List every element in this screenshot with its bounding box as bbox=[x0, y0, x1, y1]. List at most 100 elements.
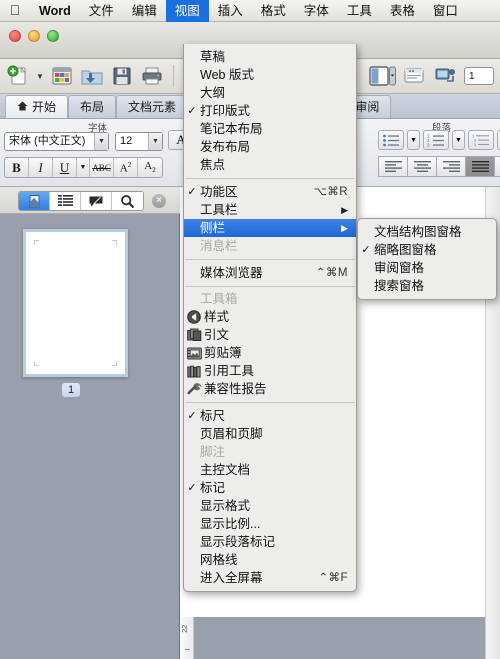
subscript-button[interactable]: A2 bbox=[138, 158, 162, 177]
save-icon[interactable] bbox=[108, 62, 136, 90]
tab-layout[interactable]: 布局 bbox=[68, 95, 117, 118]
numbered-list-dropdown-icon[interactable]: ▼ bbox=[452, 130, 465, 150]
share-icon[interactable] bbox=[432, 62, 460, 90]
underline-dropdown-icon[interactable]: ▼ bbox=[77, 158, 90, 177]
menu-item-reference-tools[interactable]: 引用工具 bbox=[184, 362, 356, 380]
menu-item-label: 焦点 bbox=[200, 158, 226, 172]
align-left-button[interactable] bbox=[378, 156, 407, 177]
submenu-item-thumbnail-pane[interactable]: ✓ 缩略图窗格 bbox=[358, 241, 496, 259]
underline-button[interactable]: U bbox=[53, 158, 77, 177]
menu-item-scrapbook[interactable]: 剪贴簿 bbox=[184, 344, 356, 362]
font-size-combobox[interactable]: 12 ▼ bbox=[115, 132, 163, 151]
menu-item-header-footer[interactable]: 页眉和页脚 bbox=[184, 425, 356, 443]
menu-item-label: 引文 bbox=[204, 328, 230, 342]
open-document-icon[interactable] bbox=[78, 62, 106, 90]
menu-item-toolbars[interactable]: 工具栏 ▶ bbox=[184, 201, 356, 219]
tab-home[interactable]: 开始 bbox=[5, 95, 69, 119]
menubar-item-tools[interactable]: 工具 bbox=[338, 0, 381, 22]
align-right-button[interactable] bbox=[436, 156, 465, 177]
menu-item-print-layout[interactable]: ✓ 打印版式 bbox=[184, 102, 356, 120]
strikethrough-button[interactable]: ABC bbox=[90, 158, 114, 177]
menu-item-media-browser[interactable]: 媒体浏览器 ⌃⌘M bbox=[184, 264, 356, 282]
bulleted-list-dropdown-icon[interactable]: ▼ bbox=[407, 130, 420, 150]
submenu-item-review-pane[interactable]: 审阅窗格 bbox=[358, 259, 496, 277]
menubar-item-word[interactable]: Word bbox=[30, 0, 80, 22]
new-document-dropdown-icon[interactable]: ▼ bbox=[34, 72, 46, 81]
menu-item-shortcut: ⌃⌘F bbox=[318, 572, 348, 584]
print-icon[interactable] bbox=[138, 62, 166, 90]
multilevel-list-button[interactable]: 1 2 1 bbox=[468, 130, 494, 150]
submenu-item-label: 缩略图窗格 bbox=[374, 243, 437, 257]
open-template-gallery-icon[interactable] bbox=[48, 62, 76, 90]
menu-item-sidebar[interactable]: 侧栏 ▶ bbox=[184, 219, 356, 237]
menu-item-show-paragraph-marks[interactable]: 显示段落标记 bbox=[184, 533, 356, 551]
reference-tools-icon bbox=[184, 365, 204, 378]
menubar-item-format[interactable]: 格式 bbox=[252, 0, 295, 22]
menu-item-styles[interactable]: 样式 bbox=[184, 308, 356, 326]
menubar-item-file[interactable]: 文件 bbox=[80, 0, 123, 22]
menu-item-ruler[interactable]: ✓ 标尺 bbox=[184, 407, 356, 425]
apple-logo-icon[interactable]:  bbox=[0, 3, 30, 19]
tab-document-elements[interactable]: 文档元素 bbox=[116, 95, 189, 118]
menu-item-label: 脚注 bbox=[200, 445, 226, 459]
menu-item-focus[interactable]: 焦点 bbox=[184, 156, 356, 174]
menu-item-compatibility-report[interactable]: 兼容性报告 bbox=[184, 380, 356, 398]
scrapbook-icon bbox=[184, 347, 204, 360]
line-spacing-button[interactable] bbox=[494, 156, 500, 177]
menu-item-label: 主控文档 bbox=[200, 463, 251, 477]
minimize-window-button[interactable] bbox=[28, 30, 40, 42]
page-thumbnail[interactable] bbox=[23, 229, 128, 377]
new-document-icon[interactable] bbox=[4, 62, 32, 90]
menu-item-zoom[interactable]: 显示比例... bbox=[184, 515, 356, 533]
menu-item-ribbon[interactable]: ✓ 功能区 ⌥⌘R bbox=[184, 183, 356, 201]
menubar-item-table[interactable]: 表格 bbox=[381, 0, 424, 22]
menubar-item-view[interactable]: 视图 bbox=[165, 0, 209, 22]
insert-comment-icon[interactable] bbox=[400, 62, 428, 90]
menu-item-enter-full-screen[interactable]: 进入全屏幕 ⌃⌘F bbox=[184, 569, 356, 587]
menubar-item-insert[interactable]: 插入 bbox=[209, 0, 252, 22]
chevron-down-icon[interactable]: ▼ bbox=[148, 133, 162, 150]
vertical-ruler[interactable]: 22 bbox=[180, 617, 194, 659]
chevron-down-icon[interactable]: ▼ bbox=[94, 133, 108, 150]
menu-item-master-document[interactable]: 主控文档 bbox=[184, 461, 356, 479]
menu-item-footnotes: 脚注 bbox=[184, 443, 356, 461]
menu-item-reveal-formatting[interactable]: 显示格式 bbox=[184, 497, 356, 515]
zoom-window-button[interactable] bbox=[47, 30, 59, 42]
menu-item-markup[interactable]: ✓ 标记 bbox=[184, 479, 356, 497]
close-sidebar-button[interactable]: × bbox=[152, 194, 166, 208]
review-pane-button[interactable] bbox=[81, 192, 112, 210]
font-name-combobox[interactable]: 宋体 (中文正文) ▼ bbox=[4, 132, 109, 151]
menubar-item-font[interactable]: 字体 bbox=[295, 0, 338, 22]
bold-button[interactable]: B bbox=[5, 158, 29, 177]
thumbnail-pane-button[interactable] bbox=[19, 192, 50, 210]
check-icon: ✓ bbox=[361, 244, 371, 256]
tab-home-label: 开始 bbox=[32, 99, 57, 114]
italic-button[interactable]: I bbox=[29, 158, 53, 177]
window-controls bbox=[9, 30, 59, 42]
menu-group-header-toolbox: 工具箱 bbox=[200, 292, 238, 306]
sidebar-toggle-icon[interactable] bbox=[368, 62, 396, 90]
numbered-list-button[interactable]: 1 2 3 bbox=[423, 130, 449, 150]
menu-item-web-layout[interactable]: Web 版式 bbox=[184, 66, 356, 84]
search-pane-button[interactable] bbox=[112, 192, 143, 210]
menu-item-outline[interactable]: 大纲 bbox=[184, 84, 356, 102]
menu-item-label: 发布布局 bbox=[200, 140, 251, 154]
menu-item-draft[interactable]: 草稿 bbox=[184, 48, 356, 66]
home-icon bbox=[17, 96, 28, 119]
menubar-item-window[interactable]: 窗口 bbox=[424, 0, 467, 22]
menu-item-citations[interactable]: 引文 bbox=[184, 326, 356, 344]
submenu-item-search-pane[interactable]: 搜索窗格 bbox=[358, 277, 496, 295]
menu-item-notebook-layout[interactable]: 笔记本布局 bbox=[184, 120, 356, 138]
align-justify-button[interactable] bbox=[465, 156, 494, 177]
menu-item-gridlines[interactable]: 网格线 bbox=[184, 551, 356, 569]
submenu-item-document-map-pane[interactable]: 文档结构图窗格 bbox=[358, 223, 496, 241]
menu-item-publishing-layout[interactable]: 发布布局 bbox=[184, 138, 356, 156]
close-window-button[interactable] bbox=[9, 30, 21, 42]
align-center-button[interactable] bbox=[407, 156, 436, 177]
menubar-item-edit[interactable]: 编辑 bbox=[123, 0, 166, 22]
document-map-button[interactable] bbox=[50, 192, 81, 210]
bulleted-list-button[interactable] bbox=[378, 130, 404, 150]
submenu-item-label: 审阅窗格 bbox=[374, 261, 425, 275]
font-format-toolbar: B I U ▼ ABC A2 A2 bbox=[4, 157, 163, 178]
superscript-button[interactable]: A2 bbox=[114, 158, 138, 177]
